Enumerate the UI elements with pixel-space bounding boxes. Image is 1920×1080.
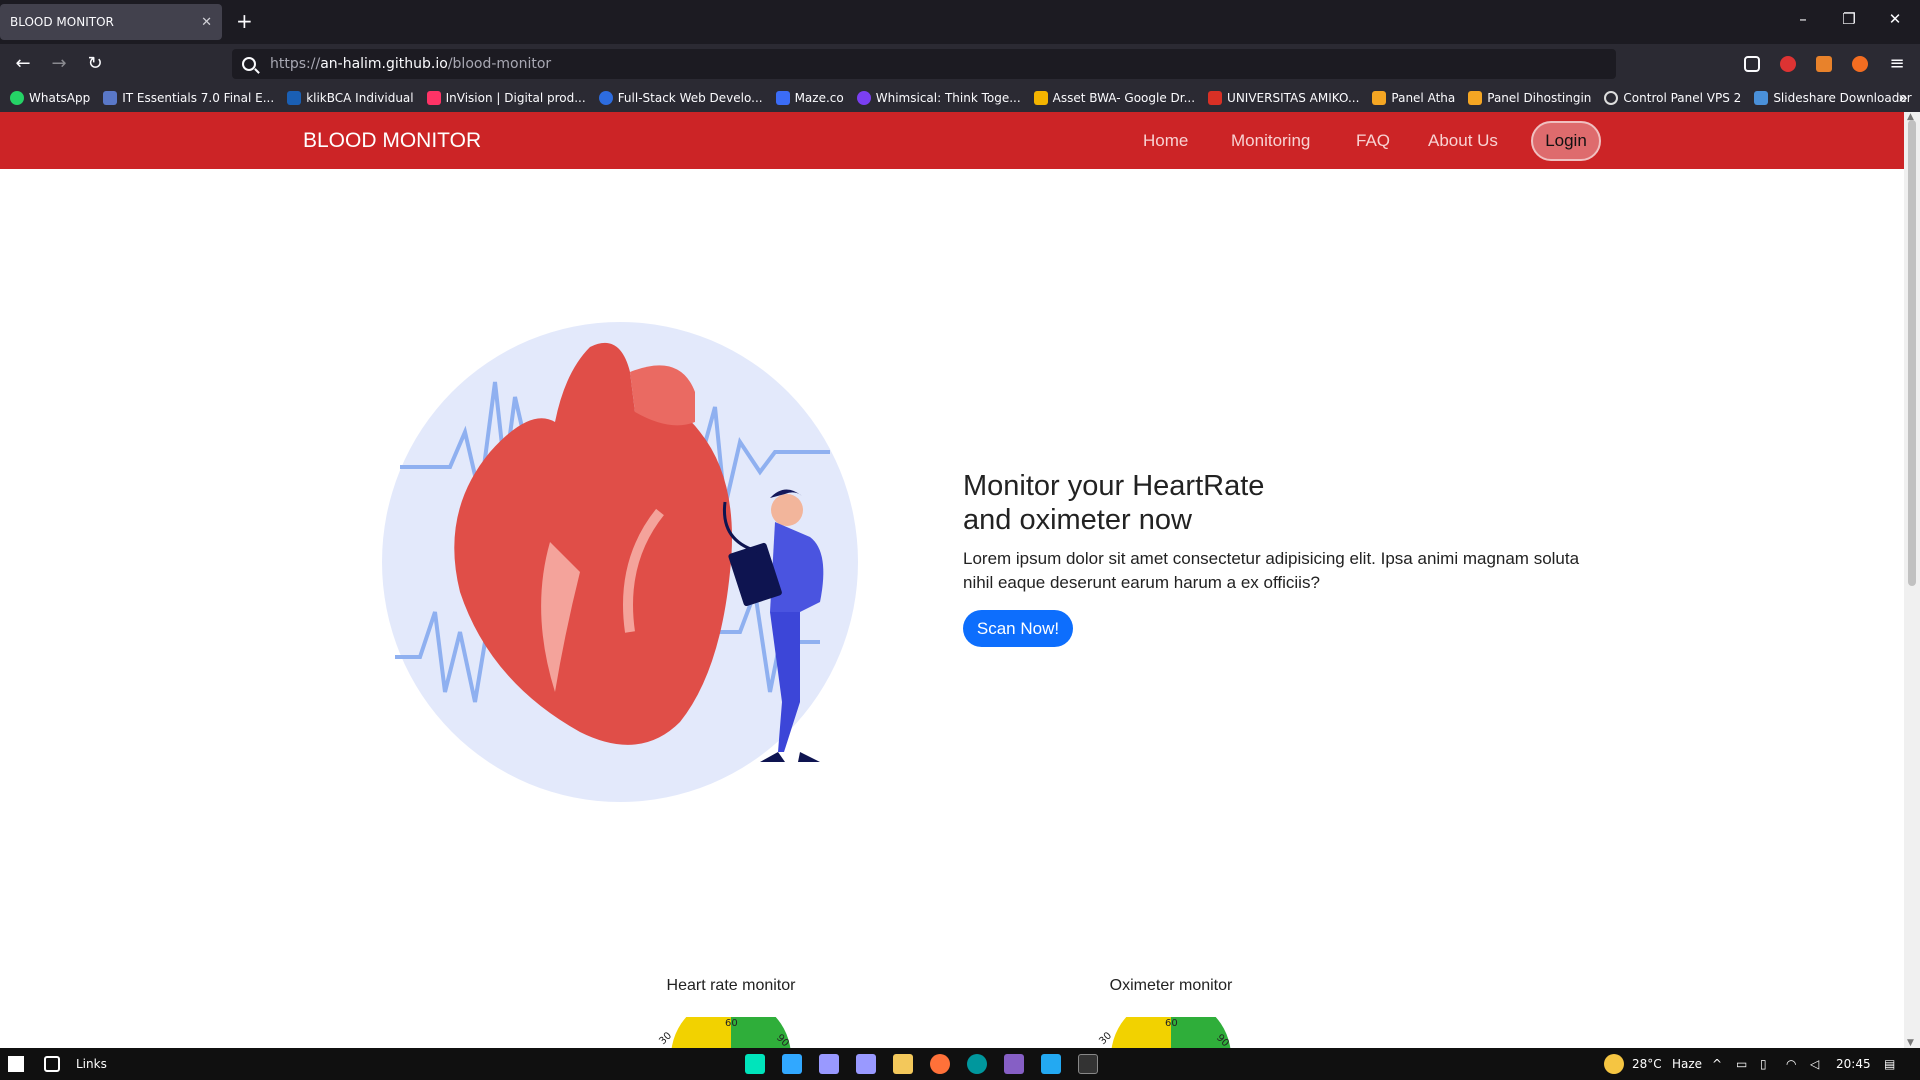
restore-icon[interactable]: ❐ xyxy=(1834,10,1864,28)
bookmark-favicon xyxy=(1468,91,1483,105)
heart-rate-gauge: 30 60 90 xyxy=(657,1017,791,1048)
windows-taskbar: Links 28°C Haze ^ ▭ ▯ ◠ ◁ 20:45 ▤ xyxy=(0,1048,1920,1080)
bookmark-favicon xyxy=(856,91,871,105)
web-page: BLOOD MONITOR Home Monitoring FAQ About … xyxy=(0,112,1904,1048)
google-drive-icon xyxy=(1033,91,1048,105)
bookmarks-overflow-icon[interactable]: » xyxy=(1898,88,1908,107)
premiere-icon[interactable] xyxy=(819,1054,839,1074)
reload-icon[interactable]: ↻ xyxy=(82,52,108,76)
heart-doctor-illustration xyxy=(382,322,858,802)
hero-title: Monitor your HeartRate and oximeter now xyxy=(963,469,1463,537)
nav-about-us[interactable]: About Us xyxy=(1428,131,1498,151)
forward-icon[interactable]: → xyxy=(46,52,72,76)
site-navbar: BLOOD MONITOR Home Monitoring FAQ About … xyxy=(0,112,1904,169)
bookmark-item[interactable]: Asset BWA- Google Dr... xyxy=(1033,91,1195,105)
bookmark-favicon xyxy=(103,91,118,105)
after-effects-icon[interactable] xyxy=(856,1054,876,1074)
bookmark-favicon xyxy=(287,91,302,105)
window-close-icon[interactable]: ✕ xyxy=(1880,10,1910,28)
firefox-icon[interactable] xyxy=(930,1054,950,1074)
minimize-icon[interactable]: – xyxy=(1788,10,1818,28)
scroll-thumb[interactable] xyxy=(1908,120,1916,586)
browser-toolbar: ← → ↻ https://an-halim.github.io/blood-m… xyxy=(0,44,1920,84)
bookmark-favicon xyxy=(598,91,613,105)
nav-home[interactable]: Home xyxy=(1143,131,1188,151)
bookmarks-bar: WhatsApp IT Essentials 7.0 Final E... kl… xyxy=(0,84,1920,112)
file-explorer-icon[interactable] xyxy=(893,1054,913,1074)
scroll-down-icon[interactable]: ▼ xyxy=(1907,1038,1914,1048)
login-button[interactable]: Login xyxy=(1531,121,1601,161)
photoshop-icon[interactable] xyxy=(782,1054,802,1074)
wifi-icon[interactable]: ◠ xyxy=(1786,1057,1796,1071)
whatsapp-icon xyxy=(10,91,24,105)
hero-description: Lorem ipsum dolor sit amet consectetur a… xyxy=(963,549,1580,592)
scan-now-button[interactable]: Scan Now! xyxy=(963,610,1073,647)
hero-title-line: Monitor your HeartRate xyxy=(963,470,1265,502)
bookmark-favicon xyxy=(1754,91,1769,105)
weather-description[interactable]: Haze xyxy=(1672,1057,1702,1071)
clock-time[interactable]: 20:45 xyxy=(1836,1057,1871,1071)
oximeter-monitor-label: Oximeter monitor xyxy=(1109,977,1233,994)
bookmark-item[interactable]: Maze.co xyxy=(775,91,844,105)
chevron-up-icon[interactable]: ^ xyxy=(1712,1057,1722,1071)
bookmark-item[interactable]: WhatsApp xyxy=(10,91,90,105)
visual-studio-icon[interactable] xyxy=(1004,1054,1024,1074)
bookmark-item[interactable]: Whimsical: Think Toge... xyxy=(856,91,1021,105)
weather-icon xyxy=(1604,1054,1624,1074)
gauge-tick-label: 60 xyxy=(1165,1018,1178,1029)
bookmark-item[interactable]: Slideshare Downloader xyxy=(1754,91,1912,105)
oximeter-gauge: 30 60 90 xyxy=(1097,1017,1231,1048)
gauge-tick-label: 60 xyxy=(725,1018,738,1029)
volume-icon[interactable]: ◁ xyxy=(1810,1057,1819,1071)
hero-title-line: and oximeter now xyxy=(963,504,1192,536)
nav-faq[interactable]: FAQ xyxy=(1356,131,1390,151)
vscode-icon[interactable] xyxy=(1041,1054,1061,1074)
weather-temp[interactable]: 28°C xyxy=(1632,1057,1662,1071)
notifications-icon[interactable]: ▤ xyxy=(1884,1057,1895,1071)
search-icon xyxy=(242,57,256,71)
bookmark-favicon xyxy=(1372,91,1387,105)
gauge-tick-label: 30 xyxy=(657,1030,674,1047)
bookmark-item[interactable]: Full-Stack Web Develo... xyxy=(598,91,763,105)
extension-icon[interactable] xyxy=(1780,56,1796,72)
gmail-icon xyxy=(1208,91,1223,105)
terminal-icon[interactable] xyxy=(1078,1054,1098,1074)
close-icon[interactable]: ✕ xyxy=(201,15,212,30)
bookmark-item[interactable]: UNIVERSITAS AMIKO... xyxy=(1208,91,1359,105)
nav-monitoring[interactable]: Monitoring xyxy=(1231,131,1310,151)
new-tab-button[interactable]: + xyxy=(236,10,253,32)
audition-icon[interactable] xyxy=(745,1054,765,1074)
network-icon[interactable]: ▭ xyxy=(1736,1057,1747,1071)
bookmark-item[interactable]: Panel Atha xyxy=(1372,91,1455,105)
bookmark-item[interactable]: IT Essentials 7.0 Final E... xyxy=(103,91,274,105)
bookmark-item[interactable]: klikBCA Individual xyxy=(287,91,414,105)
bookmark-favicon xyxy=(426,91,441,105)
bookmark-favicon xyxy=(775,91,790,105)
links-toolbar-label[interactable]: Links xyxy=(76,1057,107,1071)
url-bar[interactable]: https://an-halim.github.io/blood-monitor xyxy=(232,49,1616,79)
browser-tab-bar: BLOOD MONITOR ✕ + – ❐ ✕ xyxy=(0,0,1920,44)
windows-start-icon[interactable] xyxy=(8,1056,24,1072)
metamask-icon[interactable] xyxy=(1816,56,1832,72)
page-scrollbar[interactable]: ▲ ▼ xyxy=(1904,112,1920,1048)
url-text: https://an-halim.github.io/blood-monitor xyxy=(270,56,552,72)
browser-tab[interactable]: BLOOD MONITOR ✕ xyxy=(0,4,222,40)
heart-rate-monitor-label: Heart rate monitor xyxy=(666,977,796,994)
site-brand[interactable]: BLOOD MONITOR xyxy=(303,129,481,153)
bookmark-item[interactable]: Panel Dihostingin xyxy=(1468,91,1591,105)
globe-icon xyxy=(1604,91,1619,105)
task-view-icon[interactable] xyxy=(44,1056,60,1072)
gauge-tick-label: 30 xyxy=(1097,1030,1114,1047)
pocket-icon[interactable] xyxy=(1744,56,1760,72)
bookmark-item[interactable]: InVision | Digital prod... xyxy=(426,91,586,105)
bookmark-item[interactable]: Control Panel VPS 2 xyxy=(1604,91,1741,105)
arduino-icon[interactable] xyxy=(967,1054,987,1074)
battery-icon[interactable]: ▯ xyxy=(1760,1057,1767,1071)
extension-burst-icon[interactable] xyxy=(1852,56,1868,72)
back-icon[interactable]: ← xyxy=(10,52,36,76)
menu-icon[interactable]: ≡ xyxy=(1884,52,1910,76)
tab-title: BLOOD MONITOR xyxy=(10,15,114,29)
